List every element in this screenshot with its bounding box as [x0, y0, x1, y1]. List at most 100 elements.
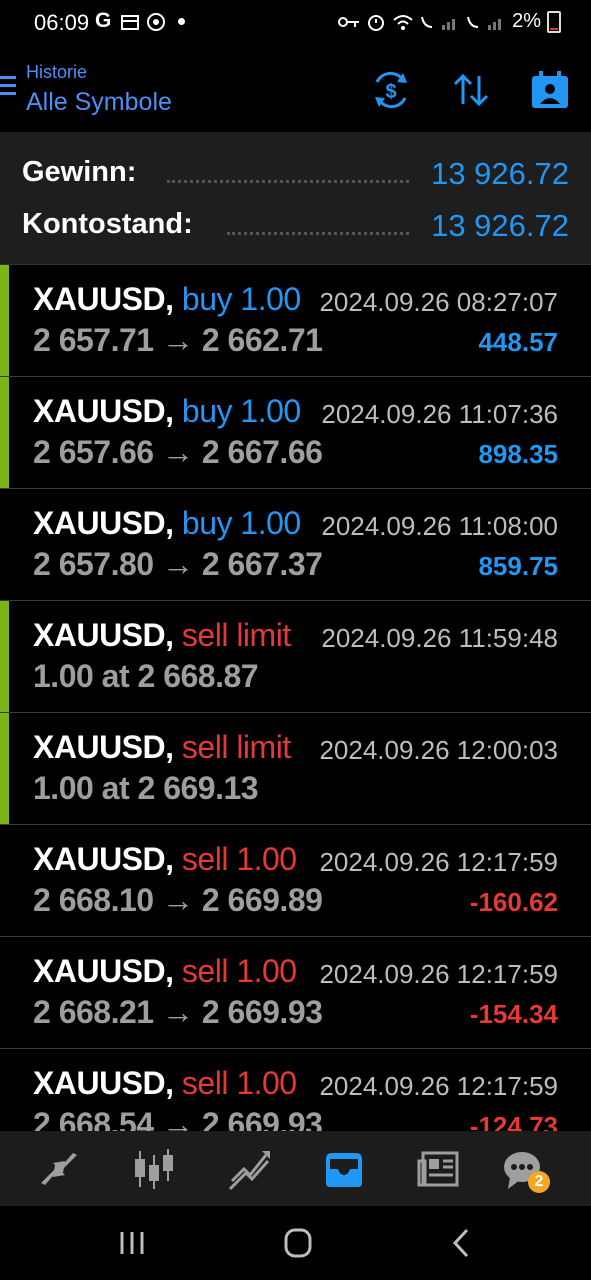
order-symbol: XAUUSD, [33, 1065, 174, 1101]
news-icon[interactable] [415, 1145, 463, 1193]
signal-1-icon [421, 16, 456, 30]
order-side: sell 1.00 [181, 953, 297, 989]
signal-2-icon [467, 16, 502, 30]
status-marker [0, 713, 9, 824]
bottom-nav: 2 [0, 1131, 591, 1206]
order-symbol: XAUUSD, [33, 393, 174, 429]
order-detail: 2 668.10 → 2 669.89 [33, 882, 323, 918]
order-side: buy 1.00 [181, 393, 301, 429]
list-item[interactable]: XAUUSD, buy 1.00 2024.09.26 11:08:00 2 657… [0, 489, 591, 601]
balance-label: Kontostand: [22, 208, 193, 240]
trade-icon[interactable] [226, 1145, 274, 1193]
back-icon[interactable] [443, 1226, 483, 1260]
order-side: buy 1.00 [181, 281, 301, 317]
order-symbol: XAUUSD, [33, 617, 174, 653]
chart-candles-icon[interactable] [130, 1145, 178, 1193]
google-icon: G [95, 9, 112, 32]
order-side: sell limit [181, 729, 291, 765]
order-side: buy 1.00 [181, 505, 301, 541]
order-time: 2024.09.26 11:59:48 [321, 623, 558, 653]
notification-dot-icon [178, 18, 185, 25]
status-time: 06:09 [34, 10, 90, 35]
order-profit: 898.35 [478, 439, 558, 469]
key-icon [338, 16, 360, 27]
order-detail: 1.00 at 2 669.13 [33, 770, 259, 806]
order-profit: -124.73 [469, 1111, 558, 1131]
status-marker [0, 377, 9, 488]
history-list[interactable]: XAUUSD, buy 1.00 2024.09.26 08:27:07 2 657… [0, 265, 591, 1131]
recent-apps-icon[interactable] [112, 1226, 152, 1260]
list-item[interactable]: XAUUSD, buy 1.00 2024.09.26 11:07:36 2 657… [0, 377, 591, 489]
divider-dots [227, 232, 409, 235]
order-side: sell 1.00 [181, 1065, 297, 1101]
chat-tab[interactable]: 2 [500, 1145, 550, 1193]
timer-icon [147, 13, 165, 31]
svg-text:$: $ [385, 81, 396, 103]
system-nav-bar [0, 1206, 591, 1280]
order-title: XAUUSD, sell limit [33, 617, 291, 654]
order-time: 2024.09.26 12:17:59 [319, 959, 558, 989]
balance-value: 13 926.72 [431, 208, 569, 243]
profit-value: 13 926.72 [431, 156, 569, 191]
list-item[interactable]: XAUUSD, sell 1.00 2024.09.26 12:17:59 2 66… [0, 1049, 591, 1131]
balance-row: Kontostand: 13 926.72 [22, 208, 569, 248]
profit-label: Gewinn: [22, 156, 137, 188]
list-item[interactable]: XAUUSD, sell 1.00 2024.09.26 12:17:59 2 66… [0, 937, 591, 1049]
order-time: 2024.09.26 12:17:59 [319, 1071, 558, 1101]
list-item[interactable]: XAUUSD, sell limit 2024.09.26 12:00:03 1.0… [0, 713, 591, 825]
order-time: 2024.09.26 12:00:03 [319, 735, 558, 765]
order-title: XAUUSD, buy 1.00 [33, 505, 301, 542]
list-item[interactable]: XAUUSD, buy 1.00 2024.09.26 08:27:07 2 657… [0, 265, 591, 377]
order-title: XAUUSD, buy 1.00 [33, 393, 301, 430]
order-time: 2024.09.26 11:07:36 [321, 399, 558, 429]
calendar-icon [121, 15, 139, 30]
order-symbol: XAUUSD, [33, 281, 174, 317]
order-profit: -154.34 [469, 999, 558, 1029]
order-symbol: XAUUSD, [33, 505, 174, 541]
order-symbol: XAUUSD, [33, 841, 174, 877]
menu-icon[interactable] [0, 76, 16, 98]
order-detail: 1.00 at 2 668.87 [33, 658, 259, 694]
order-title: XAUUSD, sell 1.00 [33, 841, 297, 878]
symbol-filter[interactable]: Alle Symbole [26, 88, 172, 117]
app-header: Historie Alle Symbole $ [0, 46, 591, 132]
order-detail: 2 657.80 → 2 667.37 [33, 546, 323, 582]
order-title: XAUUSD, sell limit [33, 729, 291, 766]
order-profit: 448.57 [478, 327, 558, 357]
header-subtitle: Historie [26, 62, 88, 82]
chat-badge: 2 [528, 1171, 550, 1193]
status-right: 2% [338, 10, 561, 33]
divider-dots [167, 180, 409, 183]
list-item[interactable]: XAUUSD, sell limit 2024.09.26 11:59:48 1.0… [0, 601, 591, 713]
status-bar: 06:09 G 2% [0, 0, 591, 46]
battery-percent: 2% [512, 10, 541, 32]
home-icon[interactable] [278, 1226, 318, 1260]
calendar-person-icon[interactable] [528, 68, 572, 112]
order-detail: 2 657.66 → 2 667.66 [33, 434, 323, 470]
order-time: 2024.09.26 12:17:59 [319, 847, 558, 877]
sort-icon[interactable] [449, 68, 493, 112]
list-item[interactable]: XAUUSD, sell 1.00 2024.09.26 12:17:59 2 66… [0, 825, 591, 937]
order-detail: 2 657.71 → 2 662.71 [33, 322, 323, 358]
order-title: XAUUSD, sell 1.00 [33, 1065, 297, 1102]
order-symbol: XAUUSD, [33, 729, 174, 765]
quotes-icon[interactable] [35, 1145, 83, 1193]
history-inbox-icon[interactable] [320, 1145, 368, 1193]
alarm-icon [368, 14, 385, 31]
order-detail: 2 668.21 → 2 669.93 [33, 994, 323, 1030]
order-profit: 859.75 [478, 551, 558, 581]
dollar-exchange-icon[interactable]: $ [369, 68, 413, 112]
status-marker [0, 265, 9, 376]
order-time: 2024.09.26 11:08:00 [321, 511, 558, 541]
order-detail: 2 668.54 → 2 669.93 [33, 1106, 323, 1131]
profit-row: Gewinn: 13 926.72 [22, 156, 569, 196]
order-symbol: XAUUSD, [33, 953, 174, 989]
order-time: 2024.09.26 08:27:07 [319, 287, 558, 317]
wifi-call-icon [393, 14, 413, 30]
order-title: XAUUSD, sell 1.00 [33, 953, 297, 990]
order-title: XAUUSD, buy 1.00 [33, 281, 301, 318]
status-marker [0, 601, 9, 712]
battery-icon [547, 10, 561, 33]
order-side: sell limit [181, 617, 291, 653]
order-side: sell 1.00 [181, 841, 297, 877]
